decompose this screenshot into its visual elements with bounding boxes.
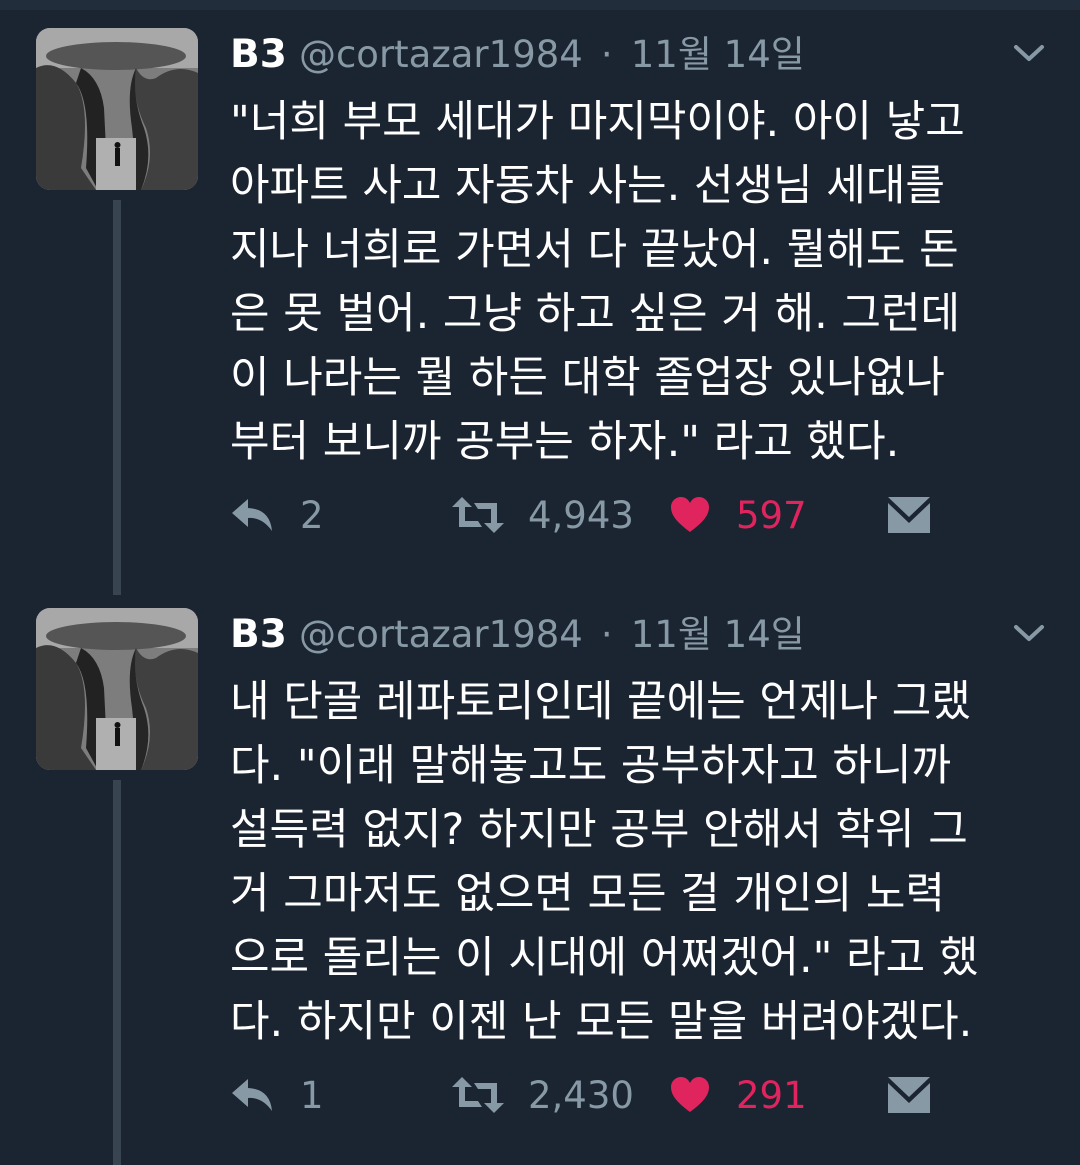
message-icon — [888, 1077, 930, 1113]
tweet-header: B3 @cortazar1984 · 11월 14일 — [230, 28, 805, 80]
display-name[interactable]: B3 — [230, 612, 287, 657]
avatar[interactable] — [36, 608, 198, 770]
chevron-down-icon[interactable] — [1012, 622, 1046, 644]
tweet[interactable]: B3 @cortazar1984 · 11월 14일 내 단골 레파토리인데 끝… — [0, 608, 1080, 1128]
tweet-header: B3 @cortazar1984 · 11월 14일 — [230, 608, 805, 660]
reply-count: 1 — [300, 1073, 324, 1117]
tweet-text-line: 아파트 사고 자동차 사는. 선생님 세대를 — [230, 161, 945, 211]
heart-icon — [671, 1077, 709, 1112]
top-border — [0, 0, 1080, 10]
tweet-text: 내 단골 레파토리인데 끝에는 언제나 그랬 다. "이래 말해놓고도 공부하자… — [230, 670, 1050, 1054]
tweet-actions: 1 2,430 291 — [230, 1070, 950, 1120]
avatar-image — [36, 28, 198, 190]
tweet-text-line: 내 단골 레파토리인데 끝에는 언제나 그랬 — [230, 677, 971, 727]
retweet-button[interactable]: 2,430 — [450, 1070, 634, 1120]
tweet-text-line: 이 나라는 뭘 하든 대학 졸업장 있나없나 — [230, 353, 945, 403]
message-button[interactable] — [888, 1070, 930, 1120]
reply-button[interactable]: 2 — [230, 490, 324, 540]
separator-dot: · — [600, 613, 613, 656]
like-count: 291 — [736, 1073, 807, 1117]
retweet-icon — [452, 497, 504, 533]
retweet-icon — [452, 1077, 504, 1113]
chevron-down-icon[interactable] — [1012, 42, 1046, 64]
tweet-date[interactable]: 11월 14일 — [631, 613, 805, 656]
tweet-text-line: 다. "이래 말해놓고도 공부하자고 하니까 — [230, 741, 952, 791]
tweet-text-line: 지나 너희로 가면서 다 끝났어. 뭘해도 돈 — [230, 225, 959, 275]
reply-count: 2 — [300, 493, 324, 537]
message-icon — [888, 497, 930, 533]
like-button[interactable]: 291 — [670, 1070, 807, 1120]
tweet-text-line: 은 못 벌어. 그냥 하고 싶은 거 해. 그런데 — [230, 289, 961, 339]
like-count: 597 — [736, 493, 807, 537]
tweet-text: "너희 부모 세대가 마지막이야. 아이 낳고 아파트 사고 자동차 사는. 선… — [230, 90, 1050, 474]
like-button[interactable]: 597 — [670, 490, 807, 540]
tweet-text-line: 거 그마저도 없으면 모든 걸 개인의 노력 — [230, 869, 945, 919]
tweet-actions: 2 4,943 597 — [230, 490, 950, 540]
tweet-date[interactable]: 11월 14일 — [631, 33, 805, 76]
display-name[interactable]: B3 — [230, 32, 287, 77]
tweet-text-line: 으로 돌리는 이 시대에 어쩌겠어." 라고 했 — [230, 933, 979, 983]
tweet-text-line: 설득력 없지? 하지만 공부 안해서 학위 그 — [230, 805, 968, 855]
separator-dot: · — [600, 33, 613, 76]
heart-icon — [671, 497, 709, 532]
reply-icon — [232, 1079, 272, 1111]
reply-icon — [232, 499, 272, 531]
user-handle[interactable]: @cortazar1984 — [299, 33, 583, 76]
reply-button[interactable]: 1 — [230, 1070, 324, 1120]
message-button[interactable] — [888, 490, 930, 540]
tweet-text-line: 다. 하지만 이젠 난 모든 말을 버려야겠다. — [230, 997, 973, 1047]
retweet-count: 2,430 — [528, 1073, 634, 1117]
tweet-text-line: "너희 부모 세대가 마지막이야. 아이 낳고 — [230, 97, 965, 147]
avatar[interactable] — [36, 28, 198, 190]
tweet[interactable]: B3 @cortazar1984 · 11월 14일 "너희 부모 세대가 마지… — [0, 28, 1080, 568]
user-handle[interactable]: @cortazar1984 — [299, 613, 583, 656]
tweet-text-line: 부터 보니까 공부는 하자." 라고 했다. — [230, 417, 900, 467]
retweet-count: 4,943 — [528, 493, 634, 537]
avatar-image — [36, 608, 198, 770]
retweet-button[interactable]: 4,943 — [450, 490, 634, 540]
